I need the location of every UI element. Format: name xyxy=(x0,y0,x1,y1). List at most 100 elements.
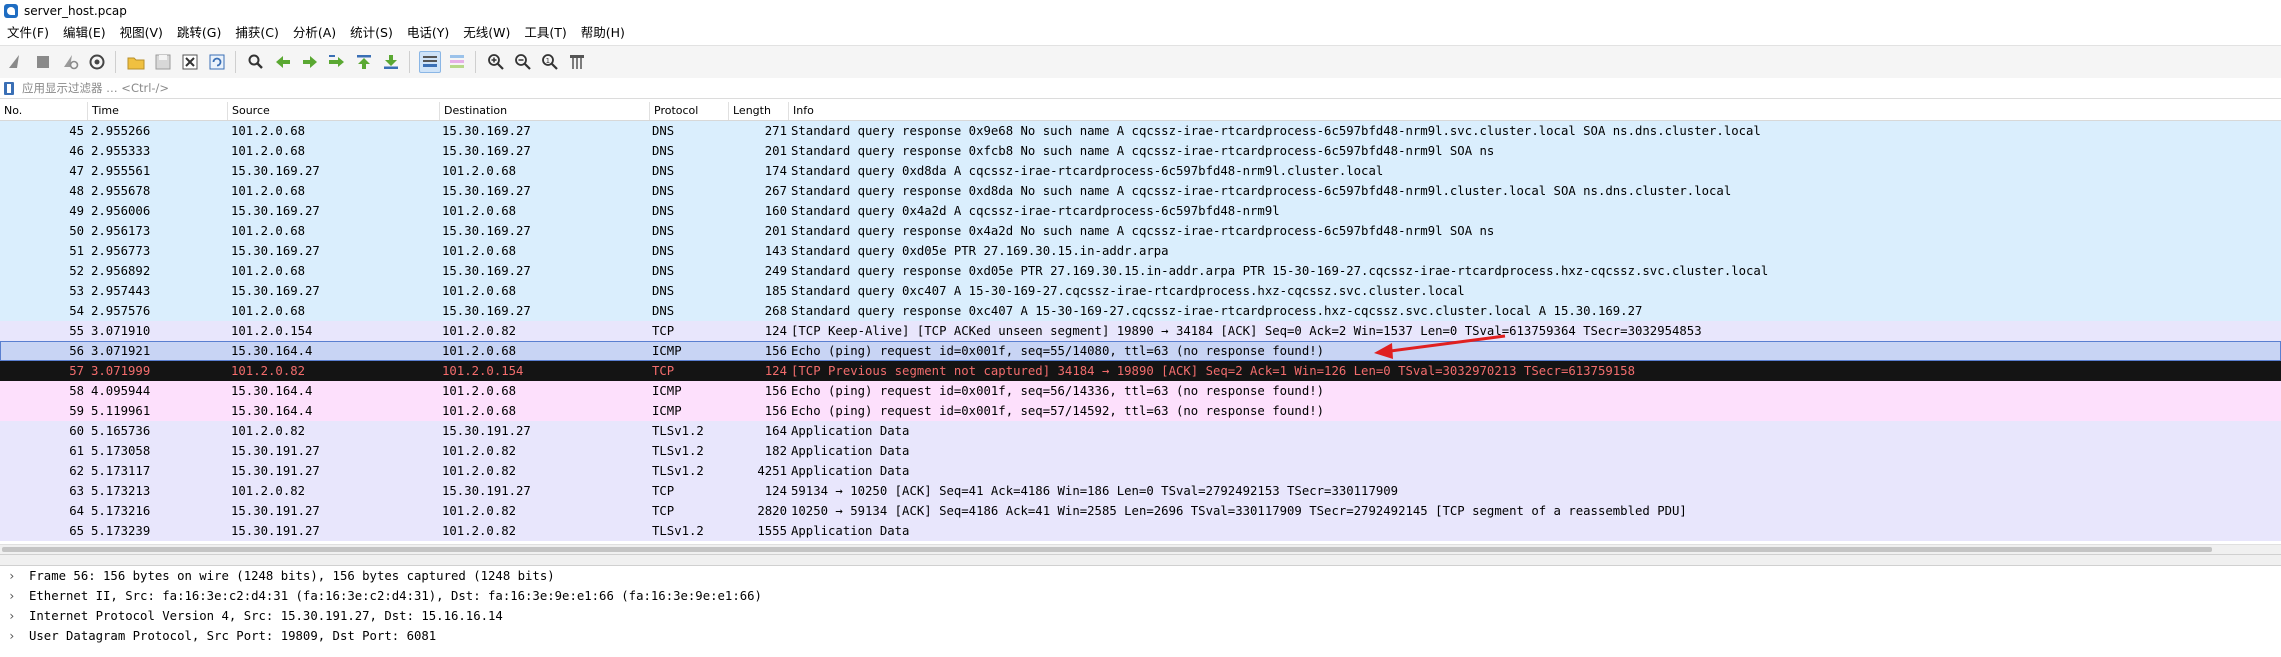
capture-options-button[interactable] xyxy=(86,51,108,73)
packet-row[interactable]: 50 2.956173 101.2.0.68 15.30.169.27 DNS 201 St… xyxy=(0,221,2281,241)
menu-item-9[interactable]: 工具(T) xyxy=(517,22,573,44)
restart-button[interactable] xyxy=(59,51,81,73)
packet-destination: 15.30.169.27 xyxy=(442,144,531,158)
packet-row[interactable]: 60 5.165736 101.2.0.82 15.30.191.27 TLSv1.2 1… xyxy=(0,421,2281,441)
reload-button[interactable] xyxy=(206,51,228,73)
filter-bookmark-icon[interactable] xyxy=(4,81,14,95)
open-folder-button[interactable] xyxy=(125,51,147,73)
detail-tree-item[interactable]: › Ethernet II, Src: fa:16:3e:c2:d4:31 (fa… xyxy=(0,586,2281,606)
packet-row[interactable]: 47 2.955561 15.30.169.27 101.2.0.68 DNS 174 St… xyxy=(0,161,2281,181)
packet-row[interactable]: 46 2.955333 101.2.0.68 15.30.169.27 DNS 201 St… xyxy=(0,141,2281,161)
packet-length: 271 xyxy=(764,124,787,138)
packet-time: 2.956006 xyxy=(91,204,151,218)
packet-destination: 15.30.191.27 xyxy=(442,484,531,498)
packet-time: 5.119961 xyxy=(91,404,151,418)
colorize-button[interactable] xyxy=(446,51,468,73)
expand-chevron-icon[interactable]: › xyxy=(8,586,20,606)
autoscroll-button[interactable] xyxy=(419,51,441,73)
packet-row[interactable]: 53 2.957443 15.30.169.27 101.2.0.68 DNS 185 St… xyxy=(0,281,2281,301)
expand-chevron-icon[interactable]: › xyxy=(8,626,20,646)
packet-info: Standard query response 0xd8da No such n… xyxy=(791,184,1732,198)
column-header-source[interactable]: Source xyxy=(228,102,440,120)
packet-row[interactable]: 59 5.119961 15.30.164.4 101.2.0.68 ICMP 156 Ec… xyxy=(0,401,2281,421)
detail-tree-item[interactable]: › Frame 56: 156 bytes on wire (1248 bits)… xyxy=(0,566,2281,586)
pane-splitter[interactable] xyxy=(0,554,2281,566)
find-button[interactable] xyxy=(245,51,267,73)
packet-destination: 101.2.0.82 xyxy=(442,324,517,338)
packet-row[interactable]: 49 2.956006 15.30.169.27 101.2.0.68 DNS 160 St… xyxy=(0,201,2281,221)
close-file-button[interactable] xyxy=(179,51,201,73)
column-header-destination[interactable]: Destination xyxy=(440,102,650,120)
packet-protocol: DNS xyxy=(652,264,675,278)
go-back-button[interactable] xyxy=(272,51,294,73)
packet-row[interactable]: 57 3.071999 101.2.0.82 101.2.0.154 TCP 124 [TC… xyxy=(0,361,2281,381)
packet-destination: 101.2.0.68 xyxy=(442,164,517,178)
display-filter-input[interactable] xyxy=(20,78,2264,98)
menu-item-8[interactable]: 无线(W) xyxy=(456,22,517,44)
first-packet-button[interactable] xyxy=(353,51,375,73)
menu-item-10[interactable]: 帮助(H) xyxy=(574,22,632,44)
title-bar: server_host.pcap xyxy=(0,0,2281,22)
zoom-in-button[interactable] xyxy=(485,51,507,73)
resize-columns-button[interactable] xyxy=(566,51,588,73)
last-packet-button[interactable] xyxy=(380,51,402,73)
packet-destination: 101.2.0.68 xyxy=(442,244,517,258)
detail-tree-item[interactable]: › User Datagram Protocol, Src Port: 19809… xyxy=(0,626,2281,646)
packet-row[interactable]: 54 2.957576 101.2.0.68 15.30.169.27 DNS 268 St… xyxy=(0,301,2281,321)
packet-protocol: DNS xyxy=(652,164,675,178)
packet-row[interactable]: 61 5.173058 15.30.191.27 101.2.0.82 TLSv1.2 1… xyxy=(0,441,2281,461)
expand-chevron-icon[interactable]: › xyxy=(8,566,20,586)
packet-row[interactable]: 58 4.095944 15.30.164.4 101.2.0.68 ICMP 156 Ec… xyxy=(0,381,2281,401)
detail-tree-item[interactable]: › Internet Protocol Version 4, Src: 15.30… xyxy=(0,606,2281,626)
packet-row[interactable]: 51 2.956773 15.30.169.27 101.2.0.68 DNS 143 St… xyxy=(0,241,2281,261)
stop-button[interactable] xyxy=(32,51,54,73)
column-header-length[interactable]: Length xyxy=(729,102,789,120)
column-header-time[interactable]: Time xyxy=(88,102,228,120)
packet-row[interactable]: 65 5.173239 15.30.191.27 101.2.0.82 TLSv1.2 1… xyxy=(0,521,2281,541)
packet-protocol: DNS xyxy=(652,124,675,138)
packet-destination: 101.2.0.154 xyxy=(442,364,524,378)
packet-row[interactable]: 62 5.173117 15.30.191.27 101.2.0.82 TLSv1.2 4… xyxy=(0,461,2281,481)
packet-info: Standard query response 0xd05e PTR 27.16… xyxy=(791,264,1769,278)
packet-time: 5.165736 xyxy=(91,424,151,438)
scrollbar-thumb[interactable] xyxy=(2,547,2212,552)
packet-row[interactable]: 52 2.956892 101.2.0.68 15.30.169.27 DNS 249 St… xyxy=(0,261,2281,281)
packet-details-pane: › Frame 56: 156 bytes on wire (1248 bits)… xyxy=(0,566,2281,657)
menu-item-5[interactable]: 分析(A) xyxy=(286,22,343,44)
packet-row[interactable]: 64 5.173216 15.30.191.27 101.2.0.82 TCP 2820 1… xyxy=(0,501,2281,521)
packet-row[interactable]: 55 3.071910 101.2.0.154 101.2.0.82 TCP 124 [TC… xyxy=(0,321,2281,341)
column-header-protocol[interactable]: Protocol xyxy=(650,102,729,120)
column-header-no[interactable]: No. xyxy=(0,102,88,120)
packet-row[interactable]: 48 2.955678 101.2.0.68 15.30.169.27 DNS 267 St… xyxy=(0,181,2281,201)
shark-fin-start-icon xyxy=(9,55,19,68)
expand-chevron-icon[interactable]: › xyxy=(8,606,20,626)
menu-item-0[interactable]: 文件(F) xyxy=(0,22,56,44)
normal-size-button[interactable]: 1 xyxy=(539,51,561,73)
zoom-out-button[interactable] xyxy=(512,51,534,73)
detail-tree-label: User Datagram Protocol, Src Port: 19809,… xyxy=(29,629,437,643)
packet-time: 5.173213 xyxy=(91,484,151,498)
menu-item-6[interactable]: 统计(S) xyxy=(343,22,400,44)
packet-row[interactable]: 45 2.955266 101.2.0.68 15.30.169.27 DNS 271 St… xyxy=(0,121,2281,141)
packet-length: 185 xyxy=(764,284,787,298)
menu-item-2[interactable]: 视图(V) xyxy=(113,22,170,44)
packet-length: 143 xyxy=(764,244,787,258)
shark-fin-start-button[interactable] xyxy=(5,51,27,73)
column-header-info[interactable]: Info xyxy=(789,102,2281,120)
menu-item-1[interactable]: 编辑(E) xyxy=(56,22,113,44)
menu-item-7[interactable]: 电话(Y) xyxy=(400,22,456,44)
packet-source: 101.2.0.68 xyxy=(231,304,306,318)
packet-list-horizontal-scrollbar[interactable] xyxy=(0,544,2281,554)
packet-time: 4.095944 xyxy=(91,384,151,398)
go-forward-button[interactable] xyxy=(299,51,321,73)
go-to-packet-button[interactable] xyxy=(326,51,348,73)
save-button[interactable] xyxy=(152,51,174,73)
packet-row[interactable]: 63 5.173213 101.2.0.82 15.30.191.27 TCP 124 59… xyxy=(0,481,2281,501)
menu-item-4[interactable]: 捕获(C) xyxy=(228,22,285,44)
menu-item-3[interactable]: 跳转(G) xyxy=(170,22,228,44)
packet-length: 160 xyxy=(764,204,787,218)
packet-length: 174 xyxy=(764,164,787,178)
packet-destination: 101.2.0.68 xyxy=(442,404,517,418)
packet-row[interactable]: 56 3.071921 15.30.164.4 101.2.0.68 ICMP 156 Ec… xyxy=(0,341,2281,361)
packet-length: 201 xyxy=(764,224,787,238)
